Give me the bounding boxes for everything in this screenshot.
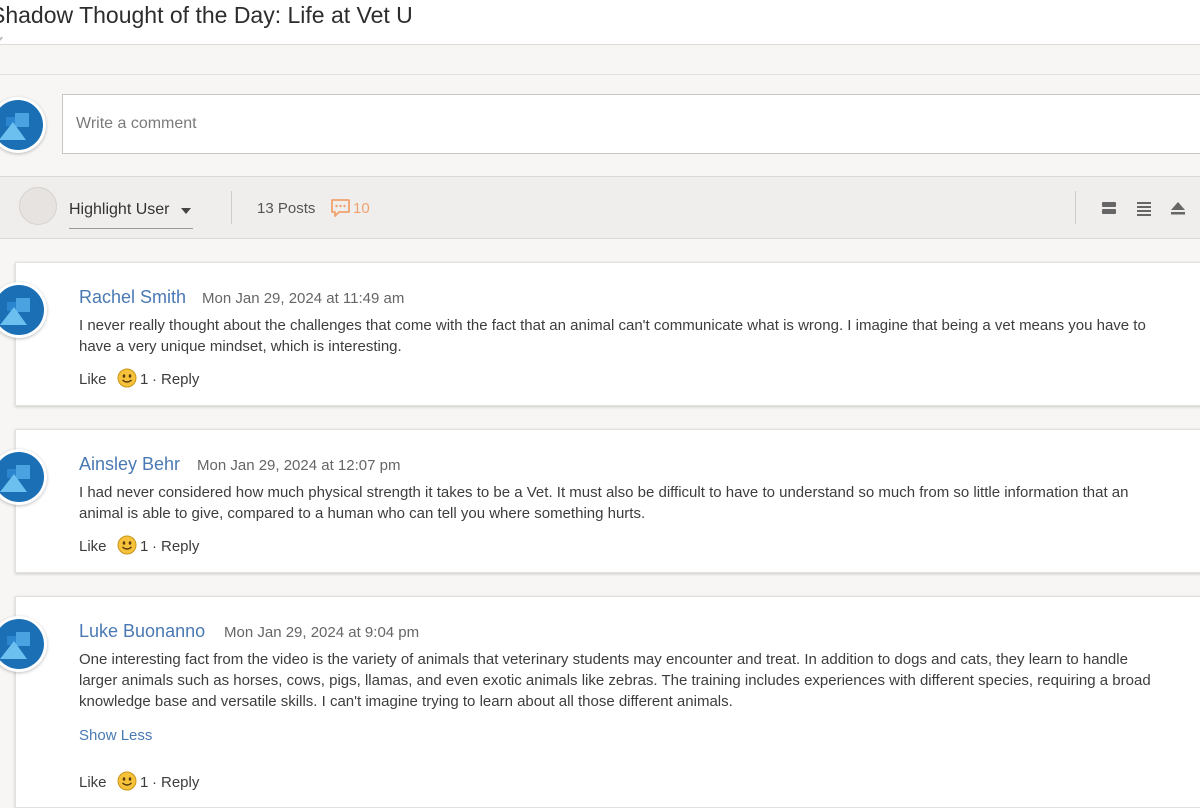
author-avatar [0, 449, 47, 505]
reply-button[interactable]: Reply [161, 371, 199, 388]
like-count: 1 [140, 774, 149, 791]
comment-body: One interesting fact from the video is t… [79, 651, 1151, 710]
author-name-link[interactable]: Rachel Smith [79, 287, 186, 308]
author-avatar [0, 282, 47, 338]
like-count: 1 [140, 538, 149, 555]
comment-timestamp: Mon Jan 29, 2024 at 9:04 pm [224, 624, 420, 641]
like-button[interactable]: Like [79, 538, 107, 555]
header-divider [0, 45, 1200, 75]
action-separator: · [152, 371, 157, 388]
page-title: Shadow Thought of the Day: Life at Vet U [0, 2, 413, 28]
comment-card: Ainsley Behr Mon Jan 29, 2024 at 12:07 p… [0, 429, 1200, 573]
comment-timestamp: Mon Jan 29, 2024 at 12:07 pm [197, 457, 401, 474]
like-button[interactable]: Like [79, 774, 107, 791]
author-name-link[interactable]: Luke Buonanno [79, 621, 205, 642]
avatar-shapes-icon [0, 452, 44, 502]
comment-input[interactable] [62, 94, 1200, 154]
comment-body: I had never considered how much physical… [79, 484, 1129, 522]
reply-button[interactable]: Reply [161, 774, 199, 791]
action-separator: · [152, 774, 157, 791]
discussion-toolbar: Highlight User 13 Posts 10 [0, 176, 1200, 239]
author-avatar [0, 616, 47, 672]
comment-timestamp: Mon Jan 29, 2024 at 11:49 am [202, 290, 405, 307]
highlight-user-dropdown[interactable]: Highlight User [69, 194, 193, 229]
comment-composer [0, 75, 1200, 175]
show-less-link[interactable]: Show Less [79, 727, 152, 744]
author-name-link[interactable]: Ainsley Behr [79, 454, 180, 475]
post-count: 13 Posts [257, 200, 316, 217]
unread-replies-button[interactable]: 10 [330, 198, 370, 220]
action-separator: · [152, 538, 157, 555]
comment-card: Luke Buonanno Mon Jan 29, 2024 at 9:04 p… [0, 596, 1200, 808]
like-button[interactable]: Like [79, 371, 107, 388]
current-user-avatar [0, 97, 46, 153]
smiley-reaction-icon[interactable] [117, 771, 137, 791]
like-count: 1 [140, 371, 149, 388]
toolbar-divider [231, 191, 232, 224]
expand-view-icon[interactable] [1169, 199, 1187, 217]
highlight-user-avatar [19, 187, 57, 225]
list-view-icon[interactable] [1135, 199, 1153, 217]
smiley-reaction-icon[interactable] [117, 368, 137, 388]
toolbar-divider [1075, 191, 1076, 224]
avatar-shapes-icon [0, 285, 44, 335]
reply-button[interactable]: Reply [161, 538, 199, 555]
avatar-shapes-icon [0, 100, 43, 150]
highlight-user-label: Highlight User [69, 201, 170, 218]
page-header: Shadow Thought of the Day: Life at Vet U [0, 0, 1200, 45]
collapse-view-icon[interactable] [1100, 199, 1118, 217]
chevron-down-icon [181, 208, 191, 214]
smiley-reaction-icon[interactable] [117, 535, 137, 555]
comment-body: I never really thought about the challen… [79, 317, 1146, 355]
comment-card: Rachel Smith Mon Jan 29, 2024 at 11:49 a… [0, 262, 1200, 406]
avatar-shapes-icon [0, 619, 44, 669]
unread-replies-count: 10 [353, 200, 370, 217]
comment-bubble-icon [331, 199, 350, 217]
